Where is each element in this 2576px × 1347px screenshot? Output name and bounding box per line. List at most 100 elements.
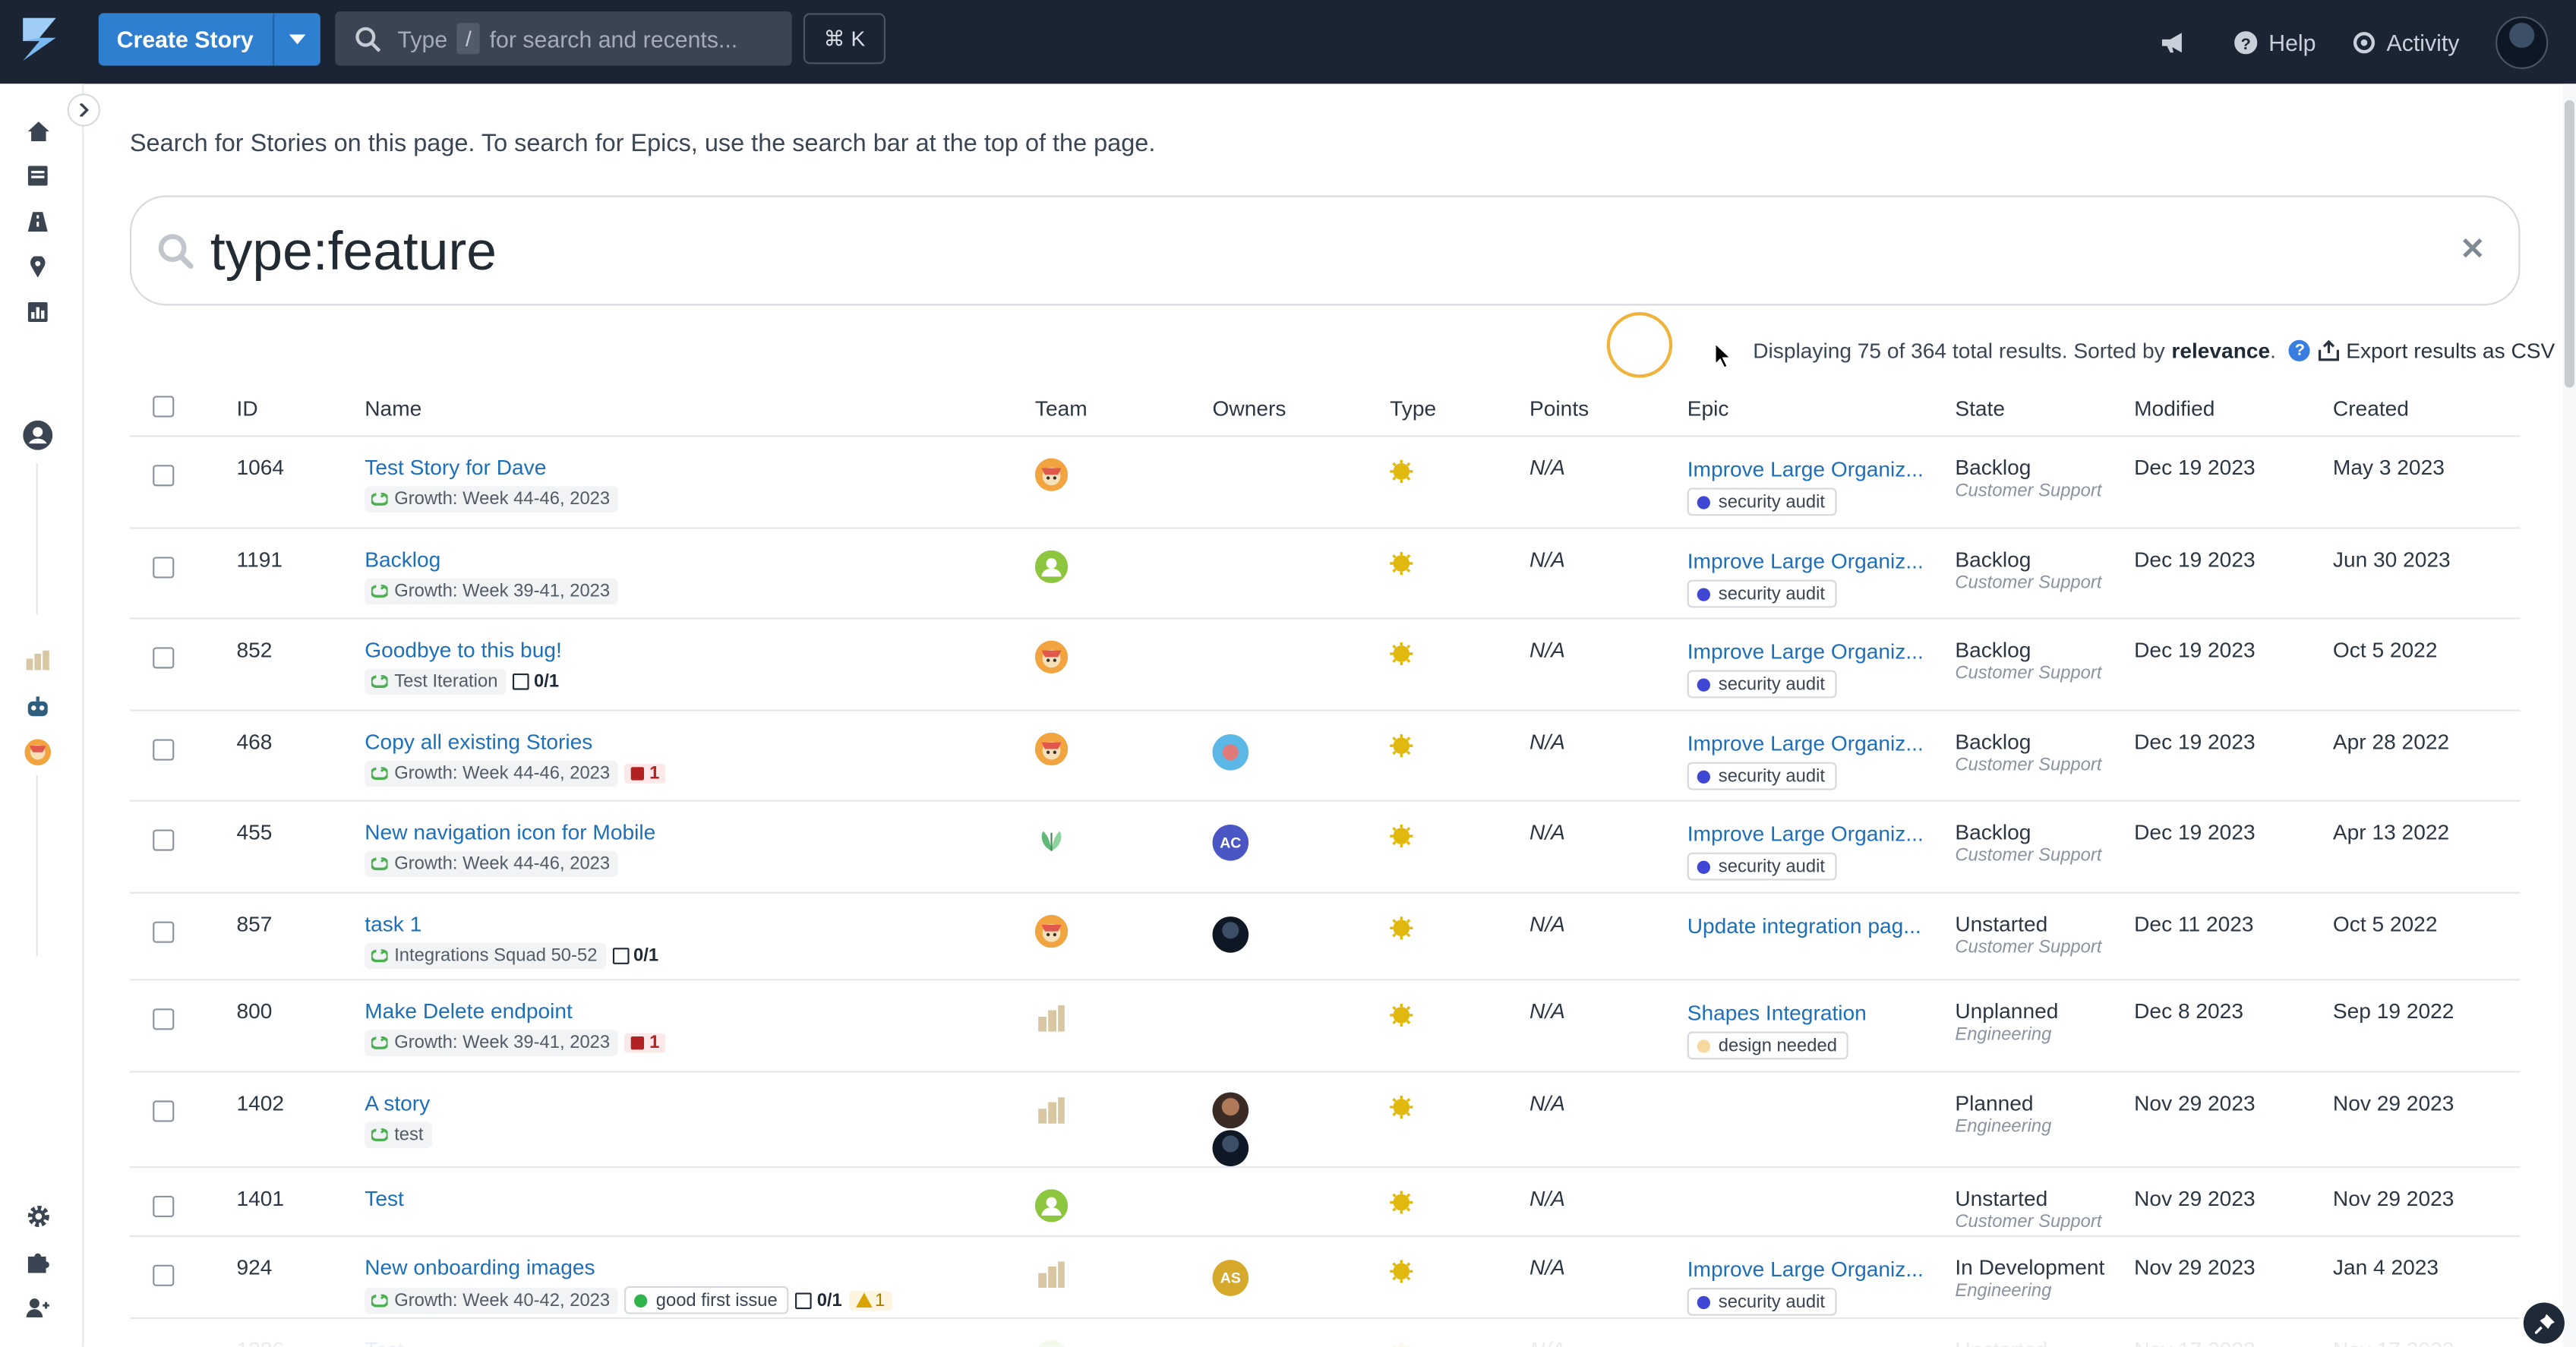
story-name-link[interactable]: New onboarding images [365,1255,595,1279]
col-id[interactable]: ID [237,396,258,420]
iteration-tag[interactable]: Growth: Week 39-41, 2023 [365,1030,618,1057]
owner-avatar[interactable]: AC [1212,824,1249,861]
user-avatar[interactable] [2496,15,2549,68]
team-robot-icon[interactable] [24,693,51,720]
col-owners[interactable]: Owners [1213,396,1286,420]
owner-avatar[interactable] [1212,733,1249,771]
col-created[interactable]: Created [2333,396,2409,420]
page-scrollbar[interactable] [2562,84,2576,1347]
col-state[interactable]: State [1955,396,2005,420]
help-badge-icon[interactable]: ? [2289,339,2311,361]
iteration-tag[interactable]: Integrations Squad 50-52 [365,942,606,970]
story-state[interactable]: Backlog [1955,637,2031,661]
table-row[interactable]: 1401 Test N/A Unstarted Customer Support Nov … [129,1168,2521,1237]
row-checkbox[interactable] [153,1264,175,1286]
row-checkbox[interactable] [153,829,175,851]
team-avatar-icon[interactable] [1035,1258,1068,1291]
iteration-tag[interactable]: Test Iteration [365,668,507,696]
blocker-badge[interactable]: 1 [624,763,666,784]
story-name-link[interactable]: task 1 [365,912,421,936]
story-name-link[interactable]: Copy all existing Stories [365,730,592,754]
owner-avatar[interactable] [1212,916,1249,953]
announcements-button[interactable] [2160,30,2198,53]
story-name-link[interactable]: A story [365,1090,430,1115]
iteration-tag[interactable]: Growth: Week 40-42, 2023 [365,1286,618,1314]
epic-link[interactable]: Improve Large Organiz... [1687,1257,1930,1281]
epic-link[interactable]: Improve Large Organiz... [1687,549,1930,573]
epic-link[interactable]: Improve Large Organiz... [1687,822,1930,846]
epic-link[interactable]: Improve Large Organiz... [1687,456,1930,481]
shortcut-logo-icon[interactable] [17,14,63,64]
story-search-input[interactable]: type:feature [129,195,2521,306]
story-name-link[interactable]: Make Delete endpoint [365,998,573,1023]
col-team[interactable]: Team [1035,396,1088,420]
reports-icon[interactable] [24,299,51,326]
col-type[interactable]: Type [1390,396,1436,420]
epic-label[interactable]: security audit [1687,579,1837,608]
story-state[interactable]: Backlog [1955,730,2031,754]
row-checkbox[interactable] [153,1008,175,1030]
teams-icon[interactable] [21,419,54,452]
story-name-link[interactable]: Backlog [365,547,440,571]
activity-button[interactable]: Activity [2352,29,2459,55]
team-avatar-icon[interactable] [1034,640,1069,674]
team-avatar-icon[interactable] [1034,458,1069,491]
export-csv-button[interactable]: Export results as CSV [2318,339,2555,363]
create-story-button[interactable]: Create Story [98,13,321,66]
team-avatar-icon[interactable] [1034,914,1069,948]
epic-label[interactable]: design needed [1687,1031,1849,1060]
row-checkbox[interactable] [153,1100,175,1122]
blocker-badge[interactable]: 1 [624,1033,666,1053]
settings-gear-icon[interactable] [24,1203,51,1229]
help-button[interactable]: ? Help [2233,29,2316,55]
table-row[interactable]: 468 Copy all existing Stories Growth: Week… [129,711,2521,802]
pin-button[interactable] [2523,1302,2565,1344]
epic-link[interactable]: Improve Large Organiz... [1687,731,1930,756]
iteration-tag[interactable]: test [365,1121,432,1149]
epic-label[interactable]: security audit [1687,852,1837,881]
home-icon[interactable] [24,118,51,145]
team-avatar-icon[interactable] [1035,1002,1068,1035]
team-avatar-icon[interactable] [1035,823,1068,856]
iteration-tag[interactable]: Growth: Week 44-46, 2023 [365,760,618,787]
story-state[interactable]: Unstarted [1955,912,2047,936]
clear-search-icon[interactable] [2463,238,2483,258]
owner-avatar[interactable] [1212,1092,1249,1129]
epic-link[interactable]: Improve Large Organiz... [1687,639,1930,664]
iteration-tag[interactable]: Growth: Week 44-46, 2023 [365,486,618,513]
epic-label[interactable]: security audit [1687,487,1837,516]
table-row[interactable]: 924 New onboarding images Growth: Week 40-… [129,1237,2521,1320]
row-checkbox[interactable] [153,647,175,669]
col-name[interactable]: Name [365,396,421,420]
row-checkbox[interactable] [153,739,175,761]
location-pin-icon[interactable] [24,253,51,279]
story-state[interactable]: Planned [1955,1090,2033,1115]
team-building-icon[interactable] [24,647,51,674]
table-row[interactable]: 800 Make Delete endpoint Growth: Week 39-4… [129,980,2521,1073]
owner-avatar[interactable] [1212,1130,1249,1166]
team-avatar-icon[interactable] [1034,732,1069,766]
table-row[interactable]: 1191 Backlog Growth: Week 39-41, 2023 N/A Im… [129,529,2521,620]
team-avatar-icon[interactable] [24,739,52,766]
story-name-link[interactable]: Test Story for Dave [365,455,546,479]
chevron-down-icon[interactable] [273,13,321,66]
integrations-puzzle-icon[interactable] [24,1248,51,1275]
story-label[interactable]: good first issue [624,1285,789,1314]
story-name-link[interactable]: Goodbye to this bug! [365,637,562,661]
story-state[interactable]: Unstarted [1955,1186,2047,1210]
command-k-button[interactable]: ⌘ K [803,13,886,65]
scrollbar-thumb[interactable] [2564,99,2574,388]
row-checkbox[interactable] [153,1195,175,1218]
expand-sidebar-button[interactable] [67,93,100,127]
story-state[interactable]: Backlog [1955,819,2031,844]
col-epic[interactable]: Epic [1687,396,1729,420]
row-checkbox[interactable] [153,465,175,487]
row-checkbox[interactable] [153,921,175,943]
team-avatar-icon[interactable] [1035,1094,1068,1127]
table-row[interactable]: 1402 A story test N/A Planned Engineering Nov … [129,1073,2521,1169]
roadmap-icon[interactable] [24,209,51,235]
story-state[interactable]: In Development [1955,1255,2104,1279]
invite-user-icon[interactable] [24,1295,51,1321]
col-modified[interactable]: Modified [2134,396,2215,420]
story-name-link[interactable]: New navigation icon for Mobile [365,819,655,844]
